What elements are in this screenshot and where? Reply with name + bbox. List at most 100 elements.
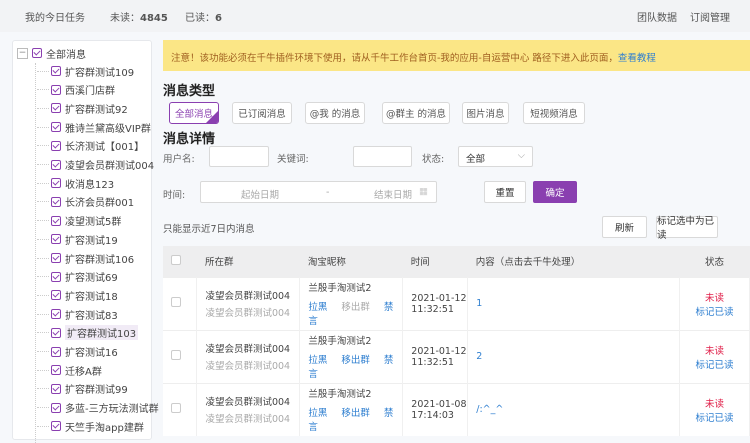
checkbox[interactable] (51, 346, 61, 357)
team-data-link[interactable]: 团队数据 (637, 9, 677, 24)
checkbox[interactable] (51, 196, 61, 207)
date: 2021-01-12 (411, 345, 467, 357)
tree-item[interactable]: 扩容测试16 (37, 344, 118, 360)
tree-root[interactable]: − 全部消息 (17, 45, 86, 61)
checkbox[interactable] (51, 383, 61, 394)
tree-connector (37, 313, 49, 315)
type-video[interactable]: 短视频消息 (523, 102, 585, 124)
checkbox[interactable] (51, 421, 61, 432)
checkbox[interactable] (51, 327, 61, 338)
type-all[interactable]: 全部消息 (169, 102, 219, 124)
checkbox[interactable] (51, 290, 61, 301)
status-badge: 未读 (705, 398, 725, 410)
tree-item-label: 长济会员群001 (65, 198, 135, 210)
end-date[interactable]: 结束日期 (374, 187, 412, 201)
mark-read-link[interactable]: 标记已读 (680, 357, 749, 371)
tree-connector (37, 89, 49, 91)
mark-read-link[interactable]: 标记已读 (680, 304, 749, 318)
select-all-checkbox[interactable] (171, 254, 181, 265)
checkbox[interactable] (51, 159, 61, 170)
checkbox[interactable] (51, 309, 61, 320)
checkbox[interactable] (51, 122, 61, 133)
checkbox[interactable] (51, 402, 61, 413)
tree-item[interactable]: 扩容群测试106 (37, 250, 134, 266)
tree-item[interactable]: 长济会员群001 (37, 194, 134, 210)
group-name: 凌望会员群测试004 (205, 344, 291, 355)
row-checkbox[interactable] (171, 297, 181, 307)
type-image[interactable]: 图片消息 (462, 102, 509, 124)
group-sub: 凌望会员群测试004 (205, 361, 291, 372)
tree-item[interactable]: 扩容群测试103 (37, 325, 139, 341)
group-tree: − 全部消息 扩容群测试109 西溪门店群扩容群测试92 雅诗兰黛高级VIP群 长济测… (12, 40, 159, 443)
checkbox[interactable] (51, 365, 61, 376)
content-link[interactable]: 2 (476, 351, 482, 362)
checkbox[interactable] (51, 253, 61, 263)
tree-item-label: 凌望会员群测试004 (65, 161, 155, 172)
checkbox[interactable] (51, 178, 61, 189)
tree-item[interactable]: 多蓝-三方玩法测试群 (37, 400, 159, 416)
tree-item[interactable]: 收消息123 (37, 175, 114, 191)
tree-item[interactable]: 迁移A群 (37, 362, 102, 378)
date-sep: - (326, 187, 330, 198)
tree-item[interactable]: 长济测试【001】 (37, 138, 144, 154)
row-checkbox[interactable] (171, 403, 181, 414)
tutorial-link[interactable]: 查看教程 (618, 53, 656, 64)
tree-item[interactable]: 扩容群测试99 (37, 381, 128, 397)
tree-item-label: 扩容测试16 (65, 348, 118, 359)
tree-item[interactable]: 扩容测试69 (37, 269, 118, 285)
row-checkbox[interactable] (171, 350, 181, 360)
username-input[interactable] (209, 146, 269, 167)
tree-item[interactable]: 西溪门店群 (37, 82, 115, 98)
tree-item[interactable]: 扩容测试18 (37, 287, 118, 303)
subscribe-manage-link[interactable]: 订阅管理 (690, 9, 730, 24)
content-link[interactable]: /:^_^ (476, 404, 503, 415)
start-date[interactable]: 起始日期 (241, 187, 279, 201)
tree-item-label: 扩容群测试109 (65, 67, 135, 79)
tree-item[interactable]: 凌望测试5群 (37, 213, 121, 229)
remove-link: 移出群 (341, 302, 370, 313)
blacklist-link[interactable]: 拉黑 (308, 408, 327, 419)
blacklist-link[interactable]: 拉黑 (308, 355, 327, 366)
table-row: 凌望会员群测试004 凌望会员群测试004 兰殷手淘测试2 拉黑 移出群 禁言 2021-0… (163, 329, 750, 383)
checkbox[interactable] (51, 234, 61, 245)
refresh-button[interactable]: 刷新 (602, 216, 647, 238)
message-table: 所在群 淘宝昵称 时间 内容（点击去千牛处理） 状态 凌望会员群测试004 凌望会… (163, 246, 750, 436)
type-at-owner[interactable]: @群主 的消息 (382, 102, 450, 124)
content-link[interactable]: 1 (476, 298, 482, 309)
blacklist-link[interactable]: 拉黑 (308, 302, 327, 313)
checkbox[interactable] (32, 48, 42, 58)
checkbox[interactable] (51, 66, 61, 76)
tree-item-label: 扩容群测试99 (65, 385, 128, 397)
tree-connector (37, 145, 49, 147)
status-badge: 未读 (705, 345, 725, 357)
checkbox[interactable] (51, 103, 61, 114)
tree-connector (37, 257, 49, 259)
keyword-input[interactable] (353, 146, 412, 167)
type-at-me[interactable]: @我 的消息 (305, 102, 365, 124)
type-subscribed[interactable]: 已订阅消息 (232, 102, 292, 124)
remove-link[interactable]: 移出群 (341, 355, 370, 366)
remove-link[interactable]: 移出群 (341, 408, 370, 419)
nick: 兰殷手淘测试2 (308, 283, 372, 294)
date-range-picker[interactable]: 起始日期 - 结束日期 ▦ (200, 181, 437, 203)
collapse-icon[interactable]: − (17, 47, 28, 59)
tree-item[interactable]: 扩容测试19 (37, 231, 118, 247)
checkbox[interactable] (51, 215, 61, 226)
tree-item[interactable]: 扩容测试83 (37, 306, 118, 322)
mark-read-link[interactable]: 标记已读 (680, 410, 749, 424)
tree-item[interactable]: 扩容群测试92 (37, 100, 128, 116)
checkbox[interactable] (51, 271, 61, 282)
checkbox[interactable] (51, 84, 61, 95)
tree-item[interactable]: 凌望会员群测试004 (37, 157, 154, 173)
tree-item[interactable]: 雅诗兰黛高级VIP群 (37, 119, 151, 135)
keyword-label: 关键词: (277, 154, 309, 165)
group-sub: 凌望会员群测试004 (205, 414, 291, 426)
tree-item[interactable]: 扩容群测试109 (37, 63, 134, 79)
tree-connector (37, 369, 49, 371)
confirm-button[interactable]: 确定 (533, 181, 577, 203)
mark-selected-read-button[interactable]: 标记选中为已读 (656, 216, 718, 241)
checkbox[interactable] (51, 140, 61, 151)
reset-button[interactable]: 重置 (484, 181, 526, 203)
status-select[interactable]: 全部 ⌵ (458, 146, 533, 167)
tree-connector (37, 276, 49, 278)
